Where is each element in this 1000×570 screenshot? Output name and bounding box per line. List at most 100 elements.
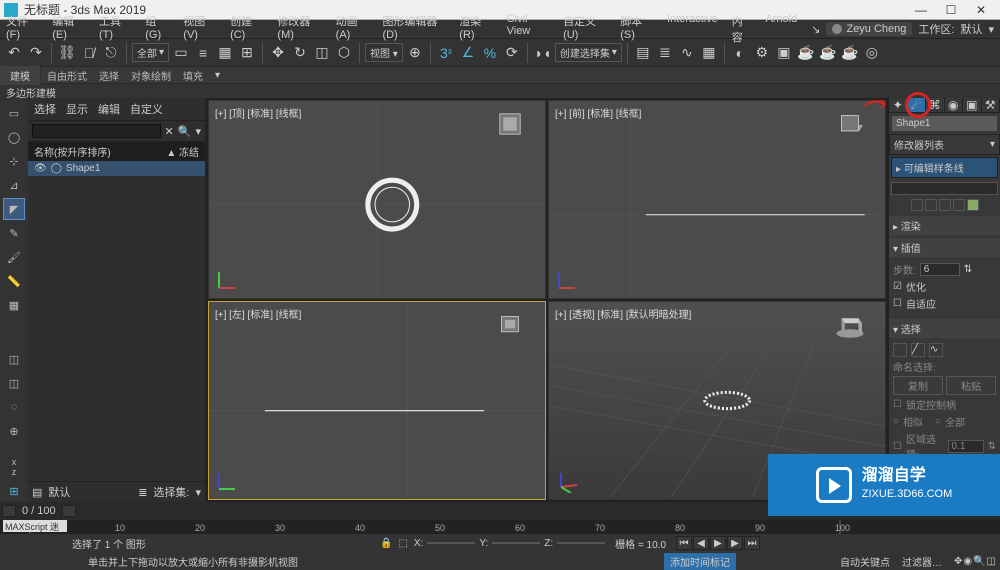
user-badge[interactable]: Zeyu Cheng: [826, 22, 912, 36]
segment-subobj-icon[interactable]: ╱: [911, 343, 925, 357]
ribbon-tab-populate[interactable]: 填充: [177, 66, 209, 85]
goto-start-icon[interactable]: ⏮: [676, 536, 692, 550]
default-layer-label[interactable]: 默认: [48, 484, 70, 500]
spinner-snap-icon[interactable]: ⟳: [502, 43, 522, 63]
menu-tools[interactable]: 工具(T): [99, 13, 131, 45]
filters-button[interactable]: 过滤器…: [902, 554, 942, 569]
autokey-button[interactable]: 自动关键点: [840, 554, 890, 569]
cmd-tab-display-icon[interactable]: ▣: [963, 98, 982, 112]
isolate-icon[interactable]: ⬚: [398, 538, 407, 549]
paste-button[interactable]: 粘贴: [946, 376, 996, 395]
menu-arnold[interactable]: Arnold: [765, 13, 797, 45]
menu-content[interactable]: 内容: [732, 13, 752, 45]
vr-icon[interactable]: ◎: [862, 43, 882, 63]
menu-edit[interactable]: 编辑(E): [52, 13, 85, 45]
modifier-list-dropdown[interactable]: 修改器列表▾: [889, 134, 1000, 155]
xz-icon[interactable]: xz: [3, 456, 25, 478]
select-tool-icon[interactable]: ▭: [3, 102, 25, 124]
material-icon[interactable]: ◐: [730, 43, 750, 63]
scene-search-input[interactable]: [32, 124, 161, 138]
curve-editor-icon[interactable]: ∿: [677, 43, 697, 63]
adaptive-checkbox[interactable]: ☐: [893, 298, 902, 309]
coord-icon[interactable]: ⊿: [3, 174, 25, 196]
redo-icon[interactable]: ↷: [26, 43, 46, 63]
scene-tab-select[interactable]: 选择: [34, 101, 56, 117]
cmd-tab-create-icon[interactable]: ✦: [889, 98, 908, 112]
workspace-value[interactable]: 默认: [960, 21, 982, 37]
select-icon[interactable]: ▭: [171, 43, 191, 63]
ribbon-tab-objectpaint[interactable]: 对象绘制: [125, 66, 177, 85]
manip-icon[interactable]: ⊹: [3, 150, 25, 172]
area-input[interactable]: 0.1: [948, 440, 984, 453]
percent-snap-icon[interactable]: %: [480, 43, 500, 63]
steps-input[interactable]: 6: [920, 263, 960, 276]
menu-civil-view[interactable]: Civil View: [507, 13, 549, 45]
copy-button[interactable]: 复制: [893, 376, 943, 395]
pin-stack-icon[interactable]: [911, 199, 923, 211]
scene-col-name[interactable]: 名称(按升序排序): [34, 144, 111, 159]
menu-modifiers[interactable]: 修改器(M): [277, 13, 321, 45]
scene-filter-icon[interactable]: 🔍: [178, 125, 192, 138]
modifier-editable-spline[interactable]: ▸ 可编辑样条线: [891, 157, 998, 178]
viewport-top[interactable]: [+] [顶] [标准] [线框]: [208, 100, 546, 299]
spline-subobj-icon[interactable]: ∿: [929, 343, 943, 357]
snap-toggle-icon[interactable]: 33: [436, 43, 456, 63]
show-end-icon[interactable]: [925, 199, 937, 211]
angle-snap-icon[interactable]: ∠: [458, 43, 478, 63]
ribbon-tab-modeling[interactable]: 建模: [0, 66, 41, 85]
teapot2-icon[interactable]: ☕: [840, 43, 860, 63]
align-icon[interactable]: ▤: [633, 43, 653, 63]
render-setup-icon[interactable]: ⚙: [752, 43, 772, 63]
menu-create[interactable]: 创建(C): [230, 13, 263, 45]
scene-tab-custom[interactable]: 自定义: [130, 101, 163, 117]
scene-col-freeze[interactable]: ▲ 冻结: [166, 144, 199, 159]
cmd-tab-util-icon[interactable]: ⚒: [982, 98, 1000, 112]
similar-radio[interactable]: ○: [893, 416, 899, 427]
misc4-icon[interactable]: ⊕: [3, 420, 25, 442]
y-input[interactable]: [492, 542, 540, 544]
ribbon-tab-freeform[interactable]: 自由形式: [41, 66, 93, 85]
menu-animation[interactable]: 动画(A): [336, 13, 369, 45]
mirror-icon[interactable]: ◗◖: [533, 43, 553, 63]
rollout-render[interactable]: ▸ 渲染: [889, 216, 1000, 235]
pivot-icon[interactable]: ⊕: [405, 43, 425, 63]
track-bar[interactable]: 0 10 20 30 40 50 60 70 80 90 100: [0, 520, 1000, 534]
area-spinner-icon[interactable]: ⇅: [988, 441, 996, 452]
menu-view[interactable]: 视图(V): [183, 13, 216, 45]
goto-end-icon[interactable]: ⏭: [744, 536, 760, 550]
teapot-icon[interactable]: ☕: [818, 43, 838, 63]
viewport-left[interactable]: [+] [左] [标准] [线框]: [208, 301, 546, 500]
selection-filter[interactable]: 全部 ▾: [132, 43, 169, 62]
menu-file[interactable]: 文件(F): [6, 13, 38, 45]
move-icon[interactable]: ✥: [268, 43, 288, 63]
snap-icon[interactable]: ◤: [3, 198, 25, 220]
select-name-icon[interactable]: ≡: [193, 43, 213, 63]
lock-selection-icon[interactable]: 🔒: [380, 538, 392, 549]
configure-icon[interactable]: [967, 199, 979, 211]
ribbon-tab-selection[interactable]: 选择: [93, 66, 125, 85]
maximize-button[interactable]: ☐: [936, 3, 966, 17]
modifier-stack[interactable]: [891, 182, 998, 195]
scene-search-clear-icon[interactable]: ✕: [165, 125, 174, 138]
remove-mod-icon[interactable]: [953, 199, 965, 211]
optimize-checkbox[interactable]: ☑: [893, 281, 902, 292]
misc2-icon[interactable]: ◫: [3, 372, 25, 394]
make-unique-icon[interactable]: [939, 199, 951, 211]
next-frame-icon[interactable]: ▶: [727, 536, 743, 550]
visibility-icon[interactable]: 👁: [34, 163, 47, 174]
named-sel-set[interactable]: 创建选择集 ▾: [555, 43, 622, 62]
menu-render[interactable]: 渲染(R): [459, 13, 492, 45]
scene-row-shape1[interactable]: 👁 ◯ Shape1: [28, 161, 205, 176]
nav-zoom-icon[interactable]: 🔍: [973, 556, 985, 567]
rollout-interpolation[interactable]: ▾ 插值: [889, 238, 1000, 257]
x-input[interactable]: [427, 542, 475, 544]
layer-icon[interactable]: ▤: [32, 486, 42, 499]
unlink-icon[interactable]: ⛓̸: [79, 43, 99, 63]
cmd-tab-motion-icon[interactable]: ◉: [945, 98, 964, 112]
spinner-icon[interactable]: ⇅: [964, 264, 972, 275]
bind-icon[interactable]: ⎋: [101, 43, 121, 63]
rollout-selection[interactable]: ▾ 选择: [889, 319, 1000, 338]
play-icon[interactable]: ▶: [710, 536, 726, 550]
scene-tab-display[interactable]: 显示: [66, 101, 88, 117]
misc3-icon[interactable]: ◌: [3, 396, 25, 418]
